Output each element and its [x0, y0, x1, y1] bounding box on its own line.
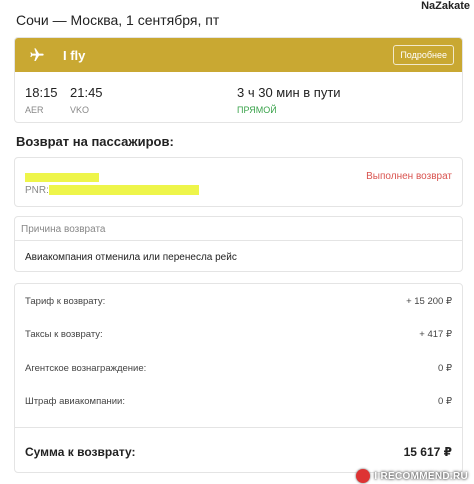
- refund-section-title: Возврат на пассажиров:: [16, 134, 174, 149]
- passenger-card: PNR: Выполнен возврат: [14, 157, 463, 207]
- amount-label: Штраф авиакомпании:: [25, 396, 126, 407]
- total-label: Сумма к возврату:: [25, 445, 136, 459]
- flight-card: I fly Подробнее 18:15 AER 21:45 VKO 3 ч …: [14, 37, 463, 123]
- watermark-bottom: I RECOMMEND.RU: [356, 469, 468, 483]
- route-title: Сочи — Москва, 1 сентября, пт: [16, 12, 220, 28]
- amount-label: Таксы к возврату:: [25, 329, 103, 340]
- airline-name: I fly: [63, 47, 86, 63]
- divider: [15, 427, 462, 428]
- amount-value: 0 ₽: [438, 363, 452, 374]
- depart-airport: AER: [25, 105, 44, 115]
- pnr-label: PNR:: [25, 185, 49, 196]
- redacted-passenger-name: [25, 173, 99, 182]
- arrive-time: 21:45: [70, 85, 103, 100]
- total-row: Сумма к возврату: 15 617 ₽: [25, 445, 452, 459]
- arrive-airport: VKO: [70, 105, 90, 115]
- amount-value: 0 ₽: [438, 396, 452, 407]
- redacted-pnr: [49, 185, 199, 195]
- details-button[interactable]: Подробнее: [393, 45, 454, 65]
- refund-status: Выполнен возврат: [366, 171, 452, 182]
- direct-flight-badge: ПРЯМОЙ: [237, 105, 277, 115]
- amount-row-agent-fee: Агентское вознаграждение: 0 ₽: [25, 363, 452, 374]
- amount-label: Агентское вознаграждение:: [25, 363, 147, 374]
- amount-label: Тариф к возврату:: [25, 296, 106, 307]
- watermark-bottom-text: I RECOMMEND.RU: [374, 470, 468, 482]
- amount-row-fare: Тариф к возврату: + 15 200 ₽: [25, 296, 452, 307]
- reason-title: Причина возврата: [15, 217, 462, 241]
- flight-header: I fly Подробнее: [15, 38, 462, 72]
- amount-card: Тариф к возврату: + 15 200 ₽ Таксы к воз…: [14, 283, 463, 473]
- amount-row-taxes: Таксы к возврату: + 417 ₽: [25, 329, 452, 340]
- depart-time: 18:15: [25, 85, 58, 100]
- reason-card: Причина возврата Авиакомпания отменила и…: [14, 216, 463, 272]
- amount-row-penalty: Штраф авиакомпании: 0 ₽: [25, 396, 452, 407]
- total-value: 15 617 ₽: [403, 445, 452, 459]
- reason-text: Авиакомпания отменила или перенесла рейс: [25, 252, 237, 263]
- flight-duration: 3 ч 30 мин в пути: [237, 85, 341, 100]
- watermark-top: NaZakate: [421, 0, 470, 12]
- flight-body: 18:15 AER 21:45 VKO 3 ч 30 мин в пути ПР…: [15, 72, 462, 122]
- amount-value: + 417 ₽: [419, 329, 452, 340]
- irecommend-logo-icon: [356, 469, 371, 483]
- plane-icon: [30, 48, 44, 61]
- amount-value: + 15 200 ₽: [406, 296, 452, 307]
